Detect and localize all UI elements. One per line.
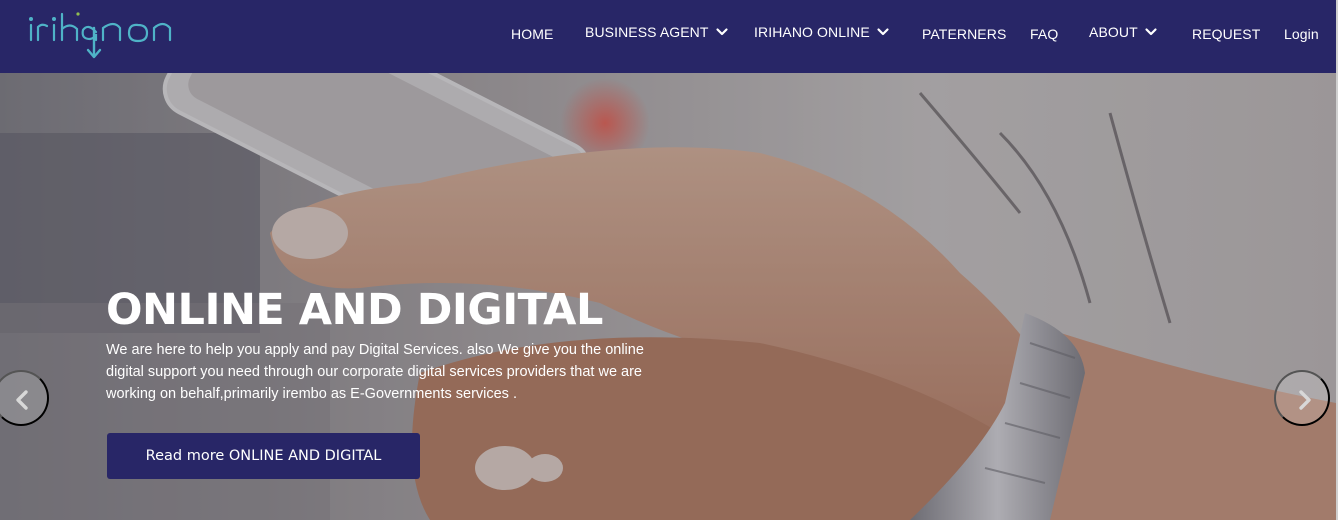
- nav-home[interactable]: HOME: [511, 24, 553, 44]
- navbar: HOME BUSINESS AGENT IRIHANO ONLINE PATER…: [0, 0, 1336, 73]
- nav-label: FAQ: [1030, 26, 1059, 42]
- chevron-down-icon: [1145, 28, 1157, 36]
- nav-about[interactable]: ABOUT: [1089, 22, 1158, 42]
- nav-label: ABOUT: [1089, 24, 1138, 40]
- nav-label: HOME: [511, 26, 554, 42]
- hero-title: ONLINE AND DIGITAL: [106, 285, 603, 335]
- down-arrow-icon: [86, 26, 102, 59]
- nav-label: BUSINESS AGENT: [585, 24, 709, 40]
- chevron-right-icon: [1299, 390, 1311, 410]
- nav-irihano-online[interactable]: IRIHANO ONLINE: [754, 22, 890, 42]
- nav-request[interactable]: REQUEST: [1192, 24, 1260, 44]
- read-more-button[interactable]: Read more ONLINE AND DIGITAL: [107, 433, 420, 479]
- brand-logo[interactable]: [26, 8, 181, 60]
- nav-login[interactable]: Login: [1284, 24, 1319, 44]
- nav-label: IRIHANO ONLINE: [754, 24, 870, 40]
- chevron-left-icon: [16, 390, 28, 410]
- nav-faq[interactable]: FAQ: [1030, 24, 1058, 44]
- nav-partners[interactable]: PATERNERS: [922, 24, 1006, 44]
- slider-next-button[interactable]: [1274, 370, 1330, 426]
- hero-description: We are here to help you apply and pay Di…: [106, 342, 644, 402]
- chevron-down-icon: [877, 28, 889, 36]
- nav-label: Login: [1284, 26, 1319, 42]
- chevron-down-icon: [715, 28, 728, 36]
- nav-label: REQUEST: [1192, 26, 1261, 42]
- nav-business-agent[interactable]: BUSINESS AGENT: [585, 22, 729, 42]
- irihano-logo-icon: [29, 12, 172, 59]
- nav-label: PATERNERS: [922, 26, 1007, 42]
